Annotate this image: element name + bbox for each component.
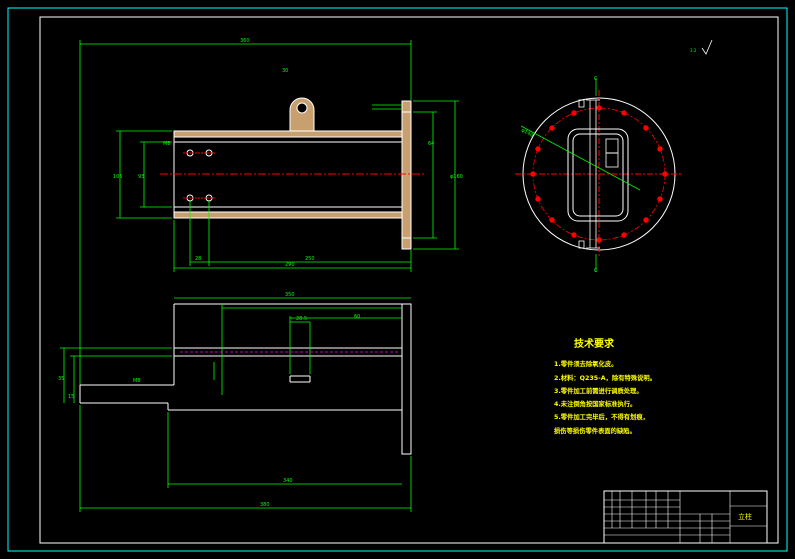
svg-text:28: 28 — [195, 256, 201, 262]
svg-text:3.2: 3.2 — [690, 48, 697, 53]
svg-text:60: 60 — [354, 314, 360, 320]
tech-item: 3.零件加工前需进行调质处理。 — [554, 386, 643, 395]
tech-title: 技术要求 — [574, 337, 615, 350]
svg-text:φ140: φ140 — [520, 127, 534, 138]
svg-text:30: 30 — [282, 68, 288, 74]
tube-top-wall — [173, 130, 403, 138]
cad-drawing: 360 290 28 250 105 93 64 φ160 30 M8 350 … — [7, 7, 788, 552]
svg-text:28.5: 28.5 — [296, 316, 307, 322]
bottom-view: 350 380 340 28.5 60 35 15 M8 — [58, 292, 412, 512]
svg-text:290: 290 — [285, 262, 295, 268]
flange — [401, 100, 412, 250]
front-view: 360 290 28 250 105 93 64 φ160 30 M8 — [79, 38, 463, 385]
svg-text:93: 93 — [138, 174, 144, 180]
lug-hole — [296, 102, 308, 114]
svg-text:340: 340 — [283, 478, 293, 484]
tech-item: 损伤等损伤零件表面的缺陷。 — [554, 426, 636, 435]
title-block: 立柱 — [603, 490, 768, 544]
svg-text:C: C — [594, 76, 598, 82]
svg-text:M8: M8 — [133, 378, 141, 384]
svg-text:M8: M8 — [163, 141, 171, 147]
svg-text:φ160: φ160 — [450, 174, 463, 180]
tech-item: 2.材料：Q235-A，除有特殊说明。 — [554, 373, 656, 382]
svg-text:350: 350 — [285, 292, 295, 298]
svg-text:15: 15 — [68, 394, 74, 400]
tech-item: 1.零件须去除氧化皮。 — [554, 359, 617, 368]
svg-text:C: C — [594, 268, 598, 274]
tech-item: 4.未注倒角按国家标准执行。 — [554, 399, 636, 408]
tech-requirements: 技术要求 1.零件须去除氧化皮。 2.材料：Q235-A，除有特殊说明。 3.零… — [554, 337, 656, 435]
roughness-mark — [701, 39, 713, 55]
svg-text:250: 250 — [305, 256, 315, 262]
svg-text:380: 380 — [260, 502, 270, 508]
svg-text:360: 360 — [240, 38, 250, 44]
tube-bottom-wall — [173, 211, 403, 219]
svg-text:105: 105 — [113, 174, 123, 180]
tech-item: 5.零件加工完毕后，不得有划痕， — [554, 412, 649, 421]
svg-text:64: 64 — [428, 141, 434, 147]
sheet-inner-border — [39, 16, 779, 544]
side-view: φ140 C C — [515, 76, 683, 274]
sheet-outer-border — [7, 7, 788, 552]
title-block-part-name: 立柱 — [738, 512, 752, 521]
svg-text:35: 35 — [58, 376, 64, 382]
